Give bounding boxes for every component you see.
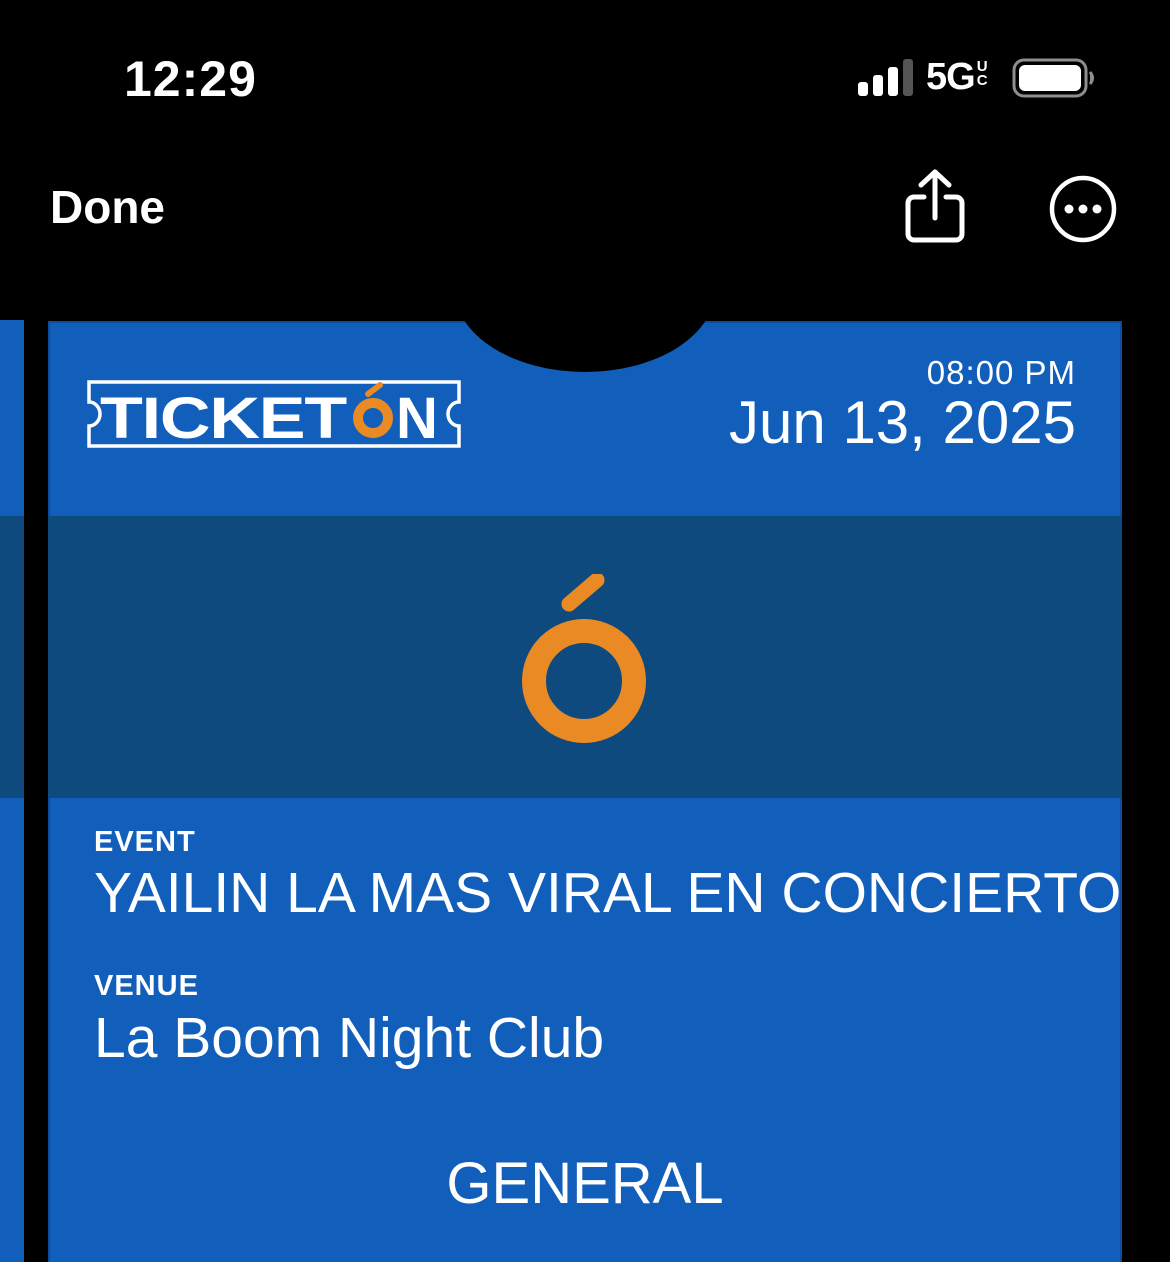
event-date: Jun 13, 2025	[729, 389, 1076, 456]
wallet-pass-screen: 12:29 5G U C Done TICKET N 08:00 PM Jun …	[0, 0, 1170, 1262]
svg-text:TICKET: TICKET	[100, 386, 347, 450]
done-button[interactable]: Done	[50, 180, 165, 234]
network-label: 5G	[926, 56, 976, 98]
network-suffix-bottom: C	[976, 72, 988, 89]
event-field-label: EVENT	[94, 826, 196, 858]
ellipsis-circle-icon[interactable]	[1048, 174, 1118, 244]
status-time: 12:29	[124, 51, 257, 107]
share-icon[interactable]	[902, 168, 968, 246]
event-field-value: YAILIN LA MAS VIRAL EN CONCIERTO	[94, 861, 1122, 925]
event-time: 08:00 PM	[926, 354, 1076, 391]
adjacent-pass-strip	[0, 516, 24, 798]
svg-text:N: N	[396, 386, 438, 450]
battery-icon	[1012, 58, 1094, 98]
ticket-type: GENERAL	[446, 1151, 724, 1216]
ticketon-logo: TICKET N	[87, 380, 461, 450]
ticketon-o-logo-icon	[522, 574, 646, 743]
venue-field-label: VENUE	[94, 970, 199, 1002]
signal-icon	[858, 59, 913, 96]
venue-field-value: La Boom Night Club	[94, 1006, 605, 1070]
network-indicator: 5G U C	[926, 56, 988, 99]
adjacent-pass[interactable]	[0, 320, 24, 1262]
